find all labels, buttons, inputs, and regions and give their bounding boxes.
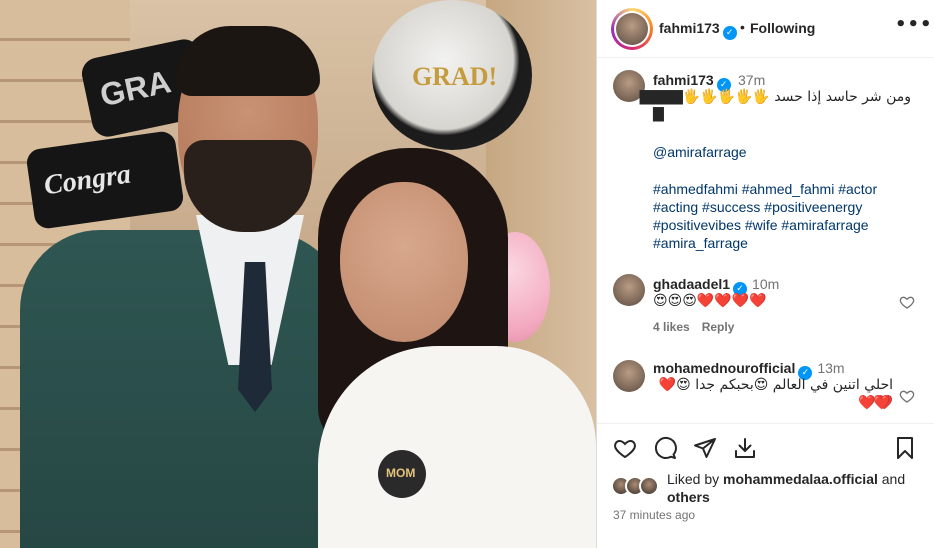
more-options-icon[interactable]: ••• xyxy=(895,14,933,35)
balloon-text-2: Congra xyxy=(42,158,133,202)
woman-face xyxy=(340,182,468,342)
grad-balloon-text: GRAD! xyxy=(412,62,498,91)
others-link[interactable]: others xyxy=(667,489,710,505)
comment-text-line2: ❤️ xyxy=(873,395,891,411)
grad-balloon: GRAD! xyxy=(372,0,532,150)
comment-meta: 4 likes Reply xyxy=(653,320,746,334)
liked-by: Liked by mohammedalaa.official and others xyxy=(611,470,931,510)
separator-dot: • xyxy=(740,19,745,35)
story-ring[interactable] xyxy=(611,8,653,50)
comment-like-icon[interactable] xyxy=(899,294,915,310)
post-side-pane: fahmi173 ✓ • Following ••• fahmi173 ✓ 37m … xyxy=(596,0,934,548)
save-icon[interactable] xyxy=(893,436,917,460)
balloon-text: GRA xyxy=(96,63,174,114)
post-header: fahmi173 ✓ • Following ••• xyxy=(597,0,934,58)
header-username[interactable]: fahmi173 ✓ xyxy=(659,20,737,40)
comment-avatar[interactable] xyxy=(613,274,645,306)
woman-dress xyxy=(318,346,596,548)
comment-time: 13m xyxy=(817,360,845,376)
liked-prefix: Liked by xyxy=(667,471,724,487)
post-actions xyxy=(597,424,934,470)
comments-scroll[interactable]: fahmi173 ✓ 37m ومن شر حاسد إذا حسد 🖐🖐🖐🖐🖐▇… xyxy=(597,58,934,424)
badge-text: MOM xyxy=(386,466,416,480)
liked-suffix: and xyxy=(877,471,906,487)
caption-text: ومن شر حاسد إذا حسد 🖐🖐🖐🖐🖐▇▇▇▇ xyxy=(639,89,911,105)
following-button[interactable]: Following xyxy=(750,20,815,36)
liked-by-text: Liked by mohammedalaa.official and others xyxy=(667,470,934,506)
comment-text: احلي اتنين في العالم 😍بحبكم جدا 😍❤️❤️❤️ xyxy=(658,377,893,411)
post-time-ago[interactable]: 37 minutes ago xyxy=(613,508,695,522)
comment-time: 10m xyxy=(752,276,780,292)
caption-mention[interactable]: @amirafarrage xyxy=(653,144,747,160)
caption-time: 37m xyxy=(738,72,766,88)
comment-like-icon[interactable] xyxy=(899,388,915,404)
man-suit xyxy=(20,230,350,548)
comment-avatar[interactable] xyxy=(613,360,645,392)
liker-avatar[interactable] xyxy=(639,476,659,496)
comment-text: 😍😍😍❤️❤️❤️❤️ xyxy=(653,293,767,309)
mom-badge: MOM xyxy=(378,450,426,498)
caption-hashtags[interactable]: #ahmedfahmi #ahmed_fahmi #actor #acting … xyxy=(653,180,913,252)
caption-text-line2: ▇ xyxy=(653,106,664,122)
comment-likes[interactable]: 4 likes xyxy=(653,320,690,334)
post-photo[interactable]: GRA Congra GRAD! MOM xyxy=(0,0,596,548)
man-hair xyxy=(176,26,320,96)
reply-button[interactable]: Reply xyxy=(702,320,735,334)
verified-icon: ✓ xyxy=(722,26,737,40)
liker-username[interactable]: mohammedalaa.official xyxy=(723,471,878,487)
like-icon[interactable] xyxy=(613,436,637,460)
avatar[interactable] xyxy=(616,13,648,45)
share-icon[interactable] xyxy=(693,436,717,460)
comment-icon[interactable] xyxy=(653,436,677,460)
download-icon[interactable] xyxy=(733,436,757,460)
